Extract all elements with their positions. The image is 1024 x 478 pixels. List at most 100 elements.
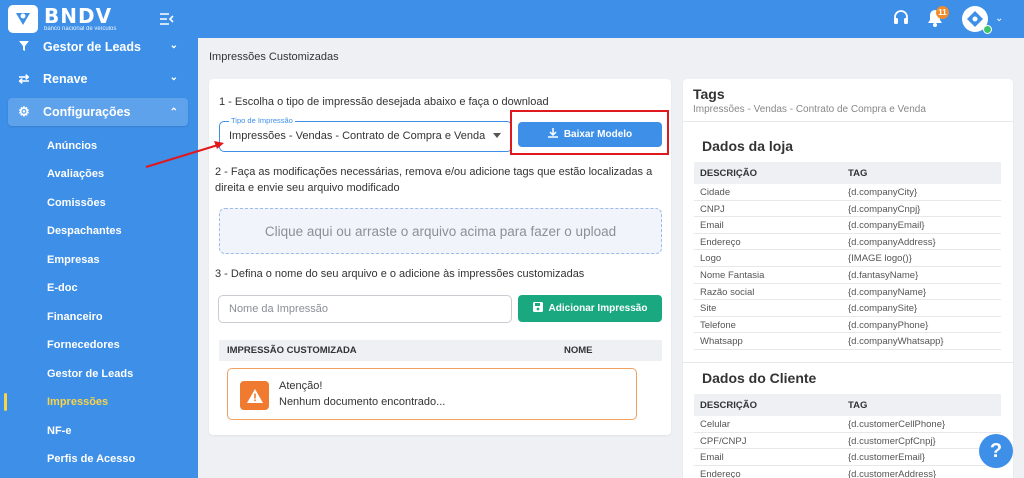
tag-code[interactable]: {d.companyCity} [848,187,917,198]
table-header: DESCRIÇÃO TAG [694,394,1001,416]
print-type-select[interactable]: Tipo de Impressão Impressões - Vendas - … [219,116,512,152]
tag-description: Whatsapp [700,336,743,348]
download-button-label: Baixar Modelo [563,129,633,140]
tag-description: Email [700,220,724,232]
table-header: DESCRIÇÃO TAG [694,162,1001,184]
tag-code[interactable]: {d.customerEmail} [848,452,925,463]
select-label: Tipo de Impressão [229,116,295,125]
tag-description: CPF/CNPJ [700,435,747,447]
column-header: NOME [564,345,593,356]
column-header: DESCRIÇÃO [700,168,758,179]
table-row: CPF/CNPJ {d.customerCpfCnpj} [694,433,1001,450]
alert-title: Atenção! [279,380,323,392]
table-row: Nome Fantasia {d.fantasyName} [694,267,1001,284]
store-tags-table: DESCRIÇÃO TAG Cidade {d.companyCity} CNPJ {d.… [694,162,1001,350]
tag-description: Endereço [700,236,741,248]
tag-description: Celular [700,419,731,430]
tag-description: CNPJ [700,203,725,215]
tag-code[interactable]: {d.companyWhatsapp} [848,336,944,347]
tag-description: Endereço [700,468,741,478]
sidebar-item-label: Renave [43,72,88,86]
sidebar-subitem-edoc[interactable]: E-doc [47,280,78,296]
tag-code[interactable]: {d.companyAddress} [848,237,936,248]
table-row: Site {d.companySite} [694,300,1001,317]
sidebar-item-label: Gestor de Leads [43,40,141,54]
table-row: CNPJ {d.companyCnpj} [694,201,1001,218]
add-print-button[interactable]: Adicionar Impressão [518,295,662,322]
notification-badge: 11 [936,6,949,19]
page-title: Impressões Customizadas [209,51,339,63]
prints-table-header: IMPRESSÃO CUSTOMIZADA NOME [219,340,662,361]
table-row: Telefone {d.companyPhone} [694,317,1001,334]
table-row: Email {d.customerEmail} [694,449,1001,466]
swap-icon: ⇄ [18,71,30,86]
tag-code[interactable]: {d.fantasyName} [848,270,918,281]
tag-code[interactable]: {d.customerCpfCnpj} [848,436,936,447]
sidebar-subitem-financeiro[interactable]: Financeiro [47,309,103,325]
section-title-customer: Dados do Cliente [702,370,817,386]
step-2-line-1: 2 - Faça as modificações necessárias, re… [215,166,653,178]
sidebar-subitem-gestor-de-leads[interactable]: Gestor de Leads [47,366,133,382]
column-header: TAG [848,168,868,179]
funnel-icon [16,40,32,55]
tag-description: Logo [700,253,722,265]
empty-alert: Atenção! Nenhum documento encontrado... [227,368,637,420]
tag-code[interactable]: {d.customerAddress} [848,469,936,478]
active-indicator [4,393,7,411]
tag-code[interactable]: {d.companyCnpj} [848,204,920,215]
tag-description: Razão social [700,286,755,298]
tag-code[interactable]: {d.companySite} [848,303,917,314]
sidebar-subitem-comissoes[interactable]: Comissões [47,195,106,211]
print-name-input[interactable] [218,295,512,323]
sidebar-item-configuracoes[interactable]: ⚙ Configurações ⌃ [8,98,188,126]
save-icon [532,302,543,315]
sidebar-subitem-anuncios[interactable]: Anúncios [47,138,97,154]
chevron-up-icon: ⌃ [169,107,178,118]
table-row: Razão social {d.companyName} [694,284,1001,301]
tag-code[interactable]: {d.companyName} [848,287,926,298]
download-icon [547,128,558,141]
sidebar-subitem-avaliacoes[interactable]: Avaliações [47,166,104,182]
add-button-label: Adicionar Impressão [548,303,648,314]
warning-icon [240,381,269,410]
divider [683,362,1013,363]
upload-dropzone[interactable]: Clique aqui ou arraste o arquivo acima p… [219,208,662,254]
sidebar-subitem-empresas[interactable]: Empresas [47,252,100,268]
sidebar-subitem-fornecedores[interactable]: Fornecedores [47,337,120,353]
tag-description: Email [700,452,724,464]
help-button[interactable]: ? [979,434,1013,468]
sidebar-subitem-perfis-de-acesso[interactable]: Perfis de Acesso [47,451,135,467]
step-3-text: 3 - Defina o nome do seu arquivo e o adi… [215,268,585,280]
sidebar-subitem-impressoes[interactable]: Impressões [47,394,108,410]
sidebar-subitem-nfe[interactable]: NF-e [47,423,71,439]
table-row: Celular {d.customerCellPhone} [694,416,1001,433]
divider [683,121,1013,122]
dropzone-text: Clique aqui ou arraste o arquivo acima p… [264,223,617,239]
sidebar-item-renave[interactable]: ⇄ Renave ⌄ [8,65,188,93]
tag-code[interactable]: {d.companyEmail} [848,220,925,231]
logo-mark-icon [8,5,38,33]
menu-collapse-icon[interactable] [158,11,176,27]
select-value: Impressões - Vendas - Contrato de Compra… [229,130,486,142]
table-row: Cidade {d.companyCity} [694,184,1001,201]
sidebar-subitem-despachantes[interactable]: Despachantes [47,223,122,239]
chevron-down-icon[interactable]: ⌄ [995,13,1003,24]
tag-code[interactable]: {d.customerCellPhone} [848,419,945,430]
step-2-line-2: direita e envie seu arquivo modificado [215,182,400,194]
tag-code[interactable]: {IMAGE logo()} [848,253,912,264]
tag-description: Cidade [700,187,731,198]
table-row: Whatsapp {d.companyWhatsapp} [694,333,1001,350]
gear-icon: ⚙ [18,104,30,119]
tag-description: Nome Fantasia [700,269,765,281]
tag-description: Telefone [700,319,736,331]
headset-icon[interactable] [892,8,910,33]
customer-tags-table: DESCRIÇÃO TAG Celular {d.customerCellPhone}… [694,394,1001,478]
tag-code[interactable]: {d.companyPhone} [848,320,928,331]
caret-down-icon [493,133,501,138]
download-template-button[interactable]: Baixar Modelo [518,122,662,147]
sidebar-item-gestor-de-leads[interactable]: Gestor de Leads ⌄ [8,33,188,61]
logo-name: BNDV [44,3,113,28]
step-1-text: 1 - Escolha o tipo de impressão desejada… [219,96,549,108]
table-row: Endereço {d.customerAddress} [694,466,1001,478]
chevron-down-icon: ⌄ [169,72,178,83]
